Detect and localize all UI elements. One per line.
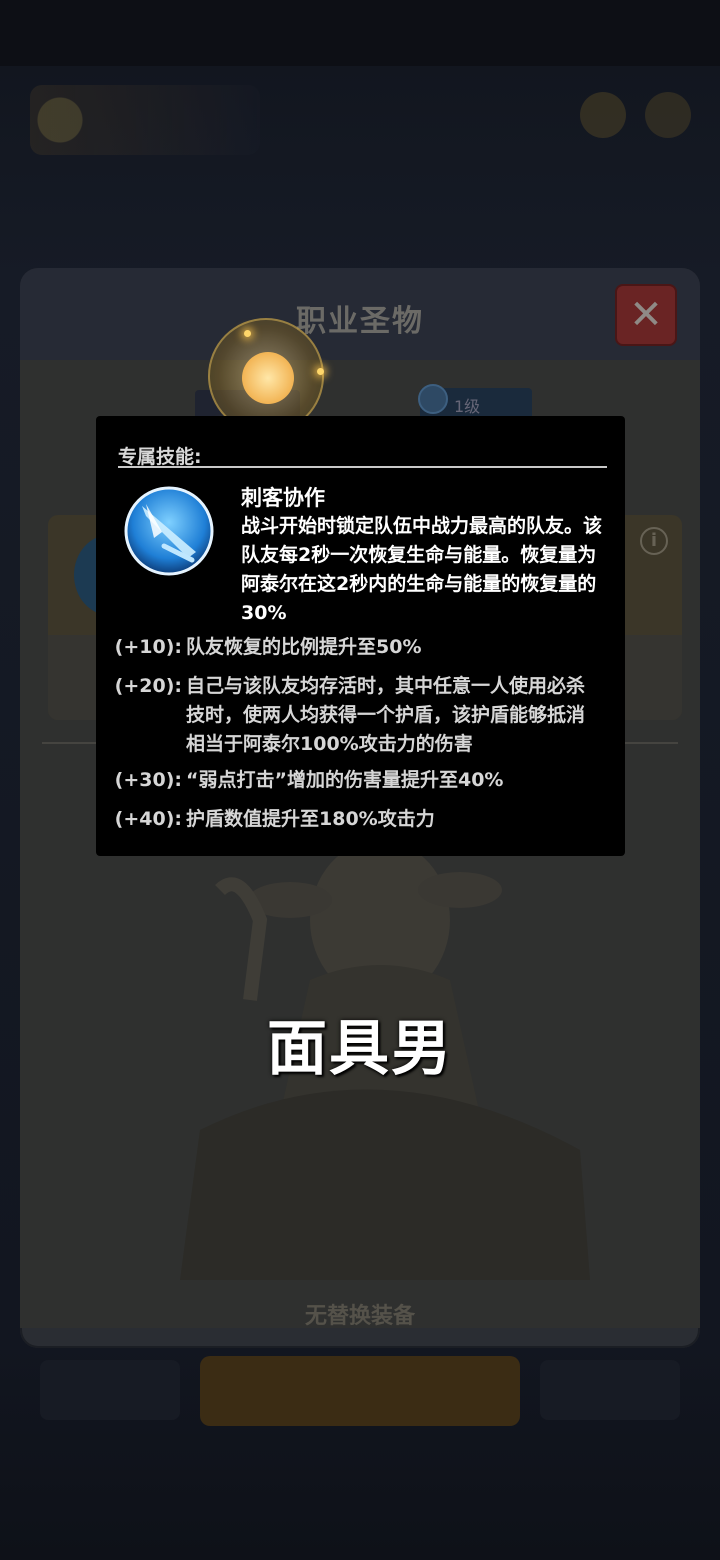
panel-title: 职业圣物 <box>296 304 424 339</box>
tooltip-divider <box>118 466 607 468</box>
player-info-area <box>30 85 260 155</box>
bottom-right-button[interactable] <box>540 1360 680 1420</box>
level-medal-icon <box>418 384 448 414</box>
bonus-text: 自己与该队友均存活时，其中任意一人使用必杀技时，使两人均获得一个护盾，该护盾能够… <box>186 675 586 755</box>
panel-header: 职业圣物 ✕ <box>20 268 700 360</box>
spark-icon <box>244 330 251 337</box>
info-icon[interactable]: i <box>640 527 668 555</box>
close-button[interactable]: ✕ <box>615 284 677 346</box>
blue-blade-skill-icon <box>124 486 214 576</box>
skill-description: 战斗开始时锁定队伍中战力最高的队友。该队友每2秒一次恢复生命与能量。恢复量为阿泰… <box>241 515 603 624</box>
skill-name: 刺客协作 <box>241 486 325 510</box>
spark-icon <box>317 368 324 375</box>
bonus-text: 队友恢复的比例提升至50% <box>186 636 422 658</box>
bonus-level: (+10): <box>114 636 182 658</box>
top-right-button-2[interactable] <box>645 92 691 138</box>
top-right-button-1[interactable] <box>580 92 626 138</box>
video-caption: 面具男 <box>267 1014 453 1084</box>
bonus-level: (+30): <box>114 769 182 791</box>
bottom-left-button[interactable] <box>40 1360 180 1420</box>
bonus-text: 护盾数值提升至180%攻击力 <box>186 808 435 830</box>
skill-tooltip: 专属技能: 刺客协作 战斗开始时锁定队伍中战力最高的队友。该队友每2秒一次恢复生… <box>96 416 625 856</box>
tooltip-header: 专属技能: <box>118 446 202 468</box>
bonus-text: “弱点打击”增加的伤害量提升至40% <box>186 769 504 791</box>
orb-core <box>242 352 294 404</box>
bonus-level: (+20): <box>114 675 182 697</box>
level-tag-text: 1级 <box>454 397 481 416</box>
bonus-level: (+40): <box>114 808 182 830</box>
bottom-main-button[interactable] <box>200 1356 520 1426</box>
no-replace-text: 无替换装备 <box>304 1304 415 1329</box>
close-x-icon: ✕ <box>629 292 663 338</box>
